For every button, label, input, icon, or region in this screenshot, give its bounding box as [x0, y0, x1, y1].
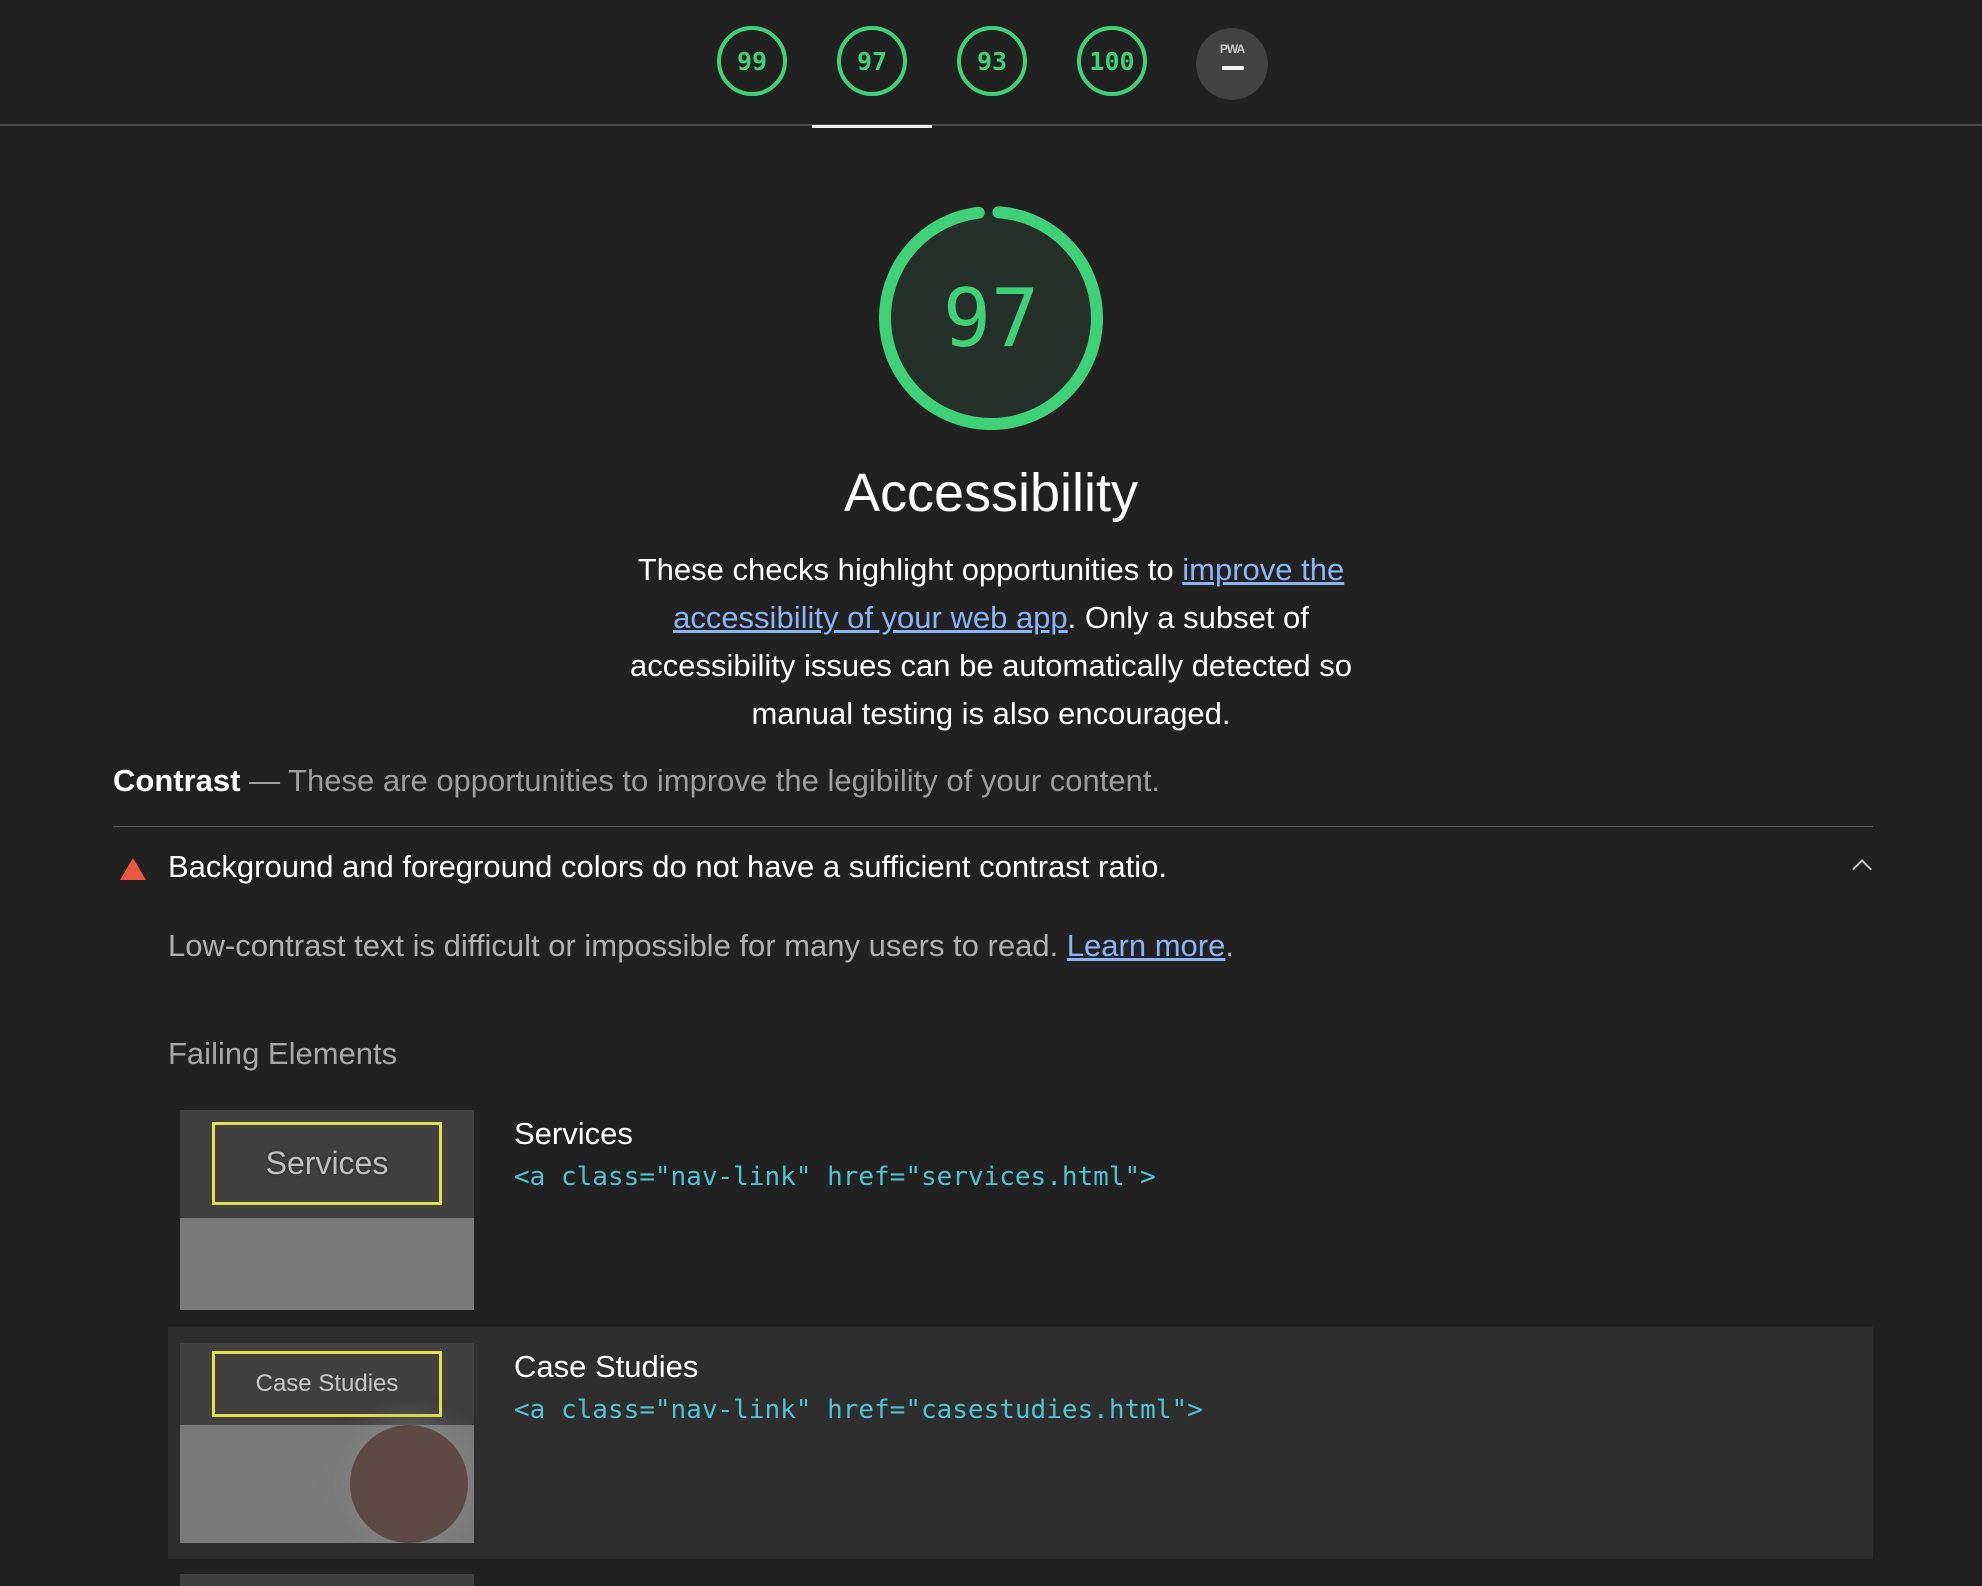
node-snippet: <a class="nav-link" href="services.html"… — [514, 1162, 1156, 1192]
learn-more-link[interactable]: Learn more — [1067, 928, 1226, 963]
fail-triangle-icon — [120, 858, 146, 880]
node-label: Case Studies — [514, 1349, 699, 1384]
pwa-badge-icon: PWA — [1196, 28, 1268, 100]
element-screenshot: Case Studies — [180, 1343, 474, 1543]
group-description: These are opportunities to improve the l… — [288, 763, 1161, 798]
pwa-label: PWA — [1219, 42, 1245, 56]
thumb-image-blob — [350, 1425, 468, 1543]
audit-description: Low-contrast text is difficult or imposs… — [168, 928, 1234, 964]
element-highlight: Services — [212, 1122, 442, 1205]
thumb-text: Services — [265, 1145, 389, 1181]
group-separator: — — [240, 763, 289, 798]
thumb-text: Case Studies — [255, 1370, 399, 1397]
divider — [113, 826, 1873, 827]
audit-title: Background and foreground colors do not … — [168, 849, 1167, 884]
element-highlight: Case Studies — [212, 1351, 442, 1417]
pwa-dash-icon — [1222, 66, 1244, 70]
category-description: These checks highlight opportunities to … — [600, 546, 1382, 738]
node-label: Services — [514, 1116, 633, 1151]
group-header: Contrast — These are opportunities to im… — [113, 763, 1873, 799]
element-screenshot — [180, 1574, 474, 1586]
audit-desc-text: Low-contrast text is difficult or imposs… — [168, 928, 1067, 963]
gauge-score: 97 — [856, 46, 888, 76]
audit-desc-end: . — [1225, 928, 1234, 963]
chevron-up-icon[interactable] — [1852, 859, 1872, 879]
category-score: 97 — [942, 271, 1040, 365]
score-tab-bar: 99 97 93 100 PWA — [0, 0, 1982, 128]
failing-elements-heading: Failing Elements — [168, 1036, 398, 1071]
group-title: Contrast — [113, 763, 241, 798]
audit-color-contrast[interactable]: Background and foreground colors do not … — [113, 846, 1873, 892]
table-row-partial — [168, 1574, 1873, 1586]
gauge-accessibility[interactable]: 97 — [812, 0, 932, 128]
node-snippet: <a class="nav-link" href="casestudies.ht… — [514, 1395, 1203, 1425]
gauge-score: 93 — [976, 46, 1008, 76]
gauge-best-practices[interactable]: 93 — [932, 0, 1052, 126]
category-title: Accessibility — [843, 463, 1139, 523]
table-row: Case Studies Case Studies <a class="nav-… — [168, 1327, 1873, 1559]
gauge-score: 99 — [736, 46, 768, 76]
gauge-pwa[interactable]: PWA — [1170, 0, 1290, 126]
element-screenshot: Services — [180, 1110, 474, 1310]
gauge-score: 100 — [1089, 46, 1135, 76]
gauge-performance[interactable]: 99 — [692, 0, 812, 126]
category-desc-text: These checks highlight opportunities to — [637, 552, 1183, 587]
table-row: Services Services <a class="nav-link" hr… — [168, 1098, 1873, 1328]
category-gauge: 97 — [878, 205, 1104, 431]
gauge-seo[interactable]: 100 — [1052, 0, 1172, 126]
